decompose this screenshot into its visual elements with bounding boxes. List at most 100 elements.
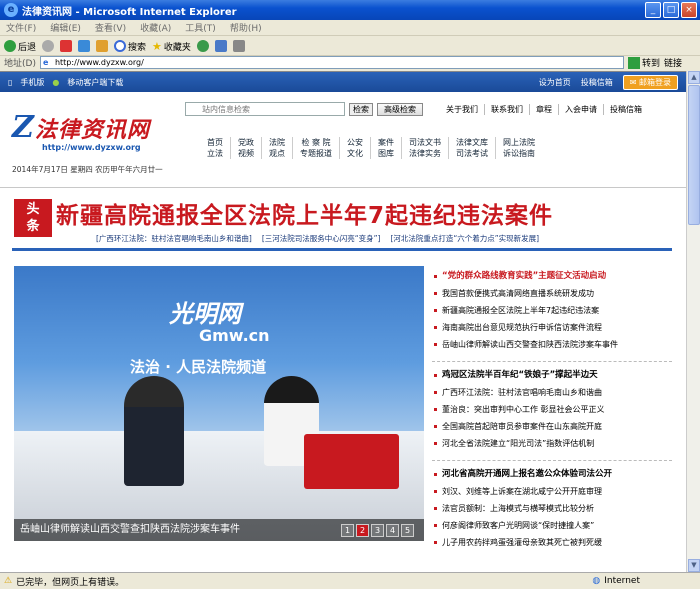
android-icon: ● [52, 77, 60, 87]
nav-online-court[interactable]: 网上法院 [503, 137, 535, 148]
nav-culture[interactable]: 文化 [347, 148, 363, 159]
headline-title[interactable]: 新疆高院通报全区法院上半年7起违纪违法案件 [56, 196, 553, 230]
headline-sub-link[interactable]: [三河法院司法服务中心闪亮“变身”] [262, 233, 381, 244]
nav-opinion[interactable]: 观点 [269, 148, 285, 159]
nav-col-2: 党政 视频 [230, 137, 261, 159]
envelope-icon: ✉ [629, 77, 639, 87]
news-item[interactable]: 全国高院首起陪审员参审案件在山东高院开庭 [432, 418, 672, 435]
nav-col-4: 检 察 院专题报道 [292, 137, 339, 159]
hero-page-4[interactable]: 4 [386, 524, 399, 537]
globe-icon: ◍ [592, 576, 601, 586]
hero-page-1[interactable]: 1 [341, 524, 354, 537]
hero-page-3[interactable]: 3 [371, 524, 384, 537]
news-item[interactable]: 新疆高院通报全区法院上半年7起违纪违法案 [432, 302, 672, 319]
news-item[interactable]: 儿子用农药拌鸡蛋强灌母亲致其死亡被判死缓 [432, 534, 672, 551]
news-list: “党的群众路线教育实践”主题征文活动启动 我国首款便携式高清网络直播系统研发成功… [432, 268, 672, 559]
nav-special[interactable]: 专题报道 [300, 148, 332, 159]
nav-exam[interactable]: 司法考试 [456, 148, 488, 159]
nav-practice[interactable]: 法律实务 [409, 148, 441, 159]
zone-label: Internet [604, 576, 640, 586]
hero-page-5[interactable]: 5 [401, 524, 414, 537]
links-button[interactable]: 链接 [664, 56, 700, 69]
submission-link[interactable]: 投稿信箱 [603, 104, 648, 115]
forward-icon[interactable] [42, 40, 55, 52]
news-item[interactable]: 岳岫山律师解读山西交警查扣陕西法院涉案车事件 [432, 336, 672, 353]
ie-icon: e [4, 3, 18, 17]
scroll-thumb[interactable] [688, 85, 700, 225]
menu-edit[interactable]: 编辑(E) [50, 21, 81, 34]
nav-gallery[interactable]: 图库 [378, 148, 394, 159]
vertical-scrollbar[interactable]: ▲ ▼ [686, 71, 700, 572]
media-icon[interactable] [196, 40, 209, 52]
nav-guide[interactable]: 诉讼指南 [503, 148, 535, 159]
mobile-link[interactable]: 手机版 [20, 77, 44, 88]
menu-tools[interactable]: 工具(T) [185, 21, 216, 34]
contact-link[interactable]: 联系我们 [484, 104, 529, 115]
hero-slideshow[interactable]: 光明网 Gmw.cn 法治 · 人民法院频道 岳岫山律师解读山西交警查扣陕西法院… [14, 266, 424, 541]
stop-icon[interactable] [60, 40, 73, 52]
nav-party[interactable]: 党政 [238, 137, 254, 148]
news-item[interactable]: 鸡冠区法院半百年纪“铁娘子”撑起半边天 [432, 367, 672, 384]
nav-procuratorate[interactable]: 检 察 院 [300, 137, 332, 148]
news-item[interactable]: 河北省高院开通网上报名邀公众体验司法公开 [432, 466, 672, 483]
search-button[interactable]: 搜索 [114, 40, 146, 53]
refresh-icon[interactable] [78, 40, 91, 52]
menu-help[interactable]: 帮助(H) [230, 21, 262, 34]
nav-documents[interactable]: 司法文书 [409, 137, 441, 148]
close-button[interactable]: × [681, 2, 697, 18]
client-download-link[interactable]: 移动客户端下载 [67, 77, 123, 88]
nav-home[interactable]: 首页 [207, 137, 223, 148]
nav-col-5: 公安 文化 [339, 137, 370, 159]
news-item[interactable]: 何彦阁律师致客户光明网谈“保时捷撞人案” [432, 517, 672, 534]
status-text[interactable]: 已完毕，但网页上有错误。 [16, 575, 124, 588]
site-search-button[interactable]: 检索 [349, 102, 373, 116]
menu-file[interactable]: 文件(F) [6, 21, 36, 34]
news-item[interactable]: 法官员额制：上海模式与横琴模式比较分析 [432, 500, 672, 517]
hero-brand-sub: Gmw.cn [199, 326, 270, 345]
back-button[interactable]: 后退 [4, 40, 36, 53]
nav-legislation[interactable]: 立法 [207, 148, 223, 159]
site-search-input[interactable] [185, 102, 345, 116]
news-item[interactable]: “党的群众路线教育实践”主题征文活动启动 [432, 268, 672, 285]
charter-link[interactable]: 章程 [529, 104, 558, 115]
go-button[interactable]: 转到 [627, 56, 660, 69]
favorites-button[interactable]: ★ 收藏夹 [152, 40, 191, 53]
mail-login-button[interactable]: ✉ 邮箱登录 [622, 74, 678, 90]
address-label: 地址(D) [4, 59, 36, 69]
site-header: Z法律资讯网 http://www.dyzxw.org 2014年7月17日 星… [0, 92, 686, 188]
menu-view[interactable]: 查看(V) [95, 21, 126, 34]
headline-sub-link[interactable]: [广西环江法院：驻村法官唱响毛南山乡和谐曲] [96, 233, 252, 244]
print-icon[interactable] [232, 40, 245, 52]
maximize-button[interactable]: □ [663, 2, 679, 18]
news-item[interactable]: 广西环江法院：驻村法官唱响毛南山乡和谐曲 [432, 384, 672, 401]
submit-link[interactable]: 投稿信箱 [581, 77, 613, 88]
nav-cases[interactable]: 案件 [378, 137, 394, 148]
mail-icon[interactable] [214, 40, 227, 52]
back-arrow-icon [4, 40, 16, 52]
news-item[interactable]: 董治良：突出审判中心工作 彰显社会公平正义 [432, 401, 672, 418]
set-home-link[interactable]: 设为首页 [539, 77, 571, 88]
news-item[interactable]: 河北全省法院建立“阳光司法”指数评估机制 [432, 435, 672, 452]
join-link[interactable]: 入会申请 [558, 104, 603, 115]
site-logo[interactable]: Z法律资讯网 http://www.dyzxw.org [12, 110, 177, 152]
nav-video[interactable]: 视频 [238, 148, 254, 159]
home-icon[interactable] [96, 40, 109, 52]
hero-page-2[interactable]: 2 [356, 524, 369, 537]
scroll-down-icon[interactable]: ▼ [688, 559, 700, 572]
news-item[interactable]: 刘汉、刘维等上诉案在湖北咸宁公开开庭审理 [432, 483, 672, 500]
news-group: 鸡冠区法院半百年纪“铁娘子”撑起半边天 广西环江法院：驻村法官唱响毛南山乡和谐曲… [432, 367, 672, 452]
scroll-up-icon[interactable]: ▲ [688, 71, 700, 84]
minimize-button[interactable]: _ [645, 2, 661, 18]
advanced-search-button[interactable]: 高级检索 [377, 102, 423, 116]
news-item[interactable]: 海南高院出台意见规范执行申诉信访案件流程 [432, 319, 672, 336]
headline-sub-link[interactable]: [河北法院重点打造“六个着力点”实现新发展] [390, 233, 539, 244]
address-input[interactable]: http://www.dyzxw.org/ [39, 56, 624, 69]
logo-url: http://www.dyzxw.org [42, 143, 141, 152]
about-link[interactable]: 关于我们 [440, 104, 484, 115]
nav-library[interactable]: 法律文库 [456, 137, 488, 148]
news-item[interactable]: 我国首款便携式高清网络直播系统研发成功 [432, 285, 672, 302]
nav-court[interactable]: 法院 [269, 137, 285, 148]
news-divider [432, 460, 672, 461]
menu-favorites[interactable]: 收藏(A) [140, 21, 171, 34]
nav-police[interactable]: 公安 [347, 137, 363, 148]
